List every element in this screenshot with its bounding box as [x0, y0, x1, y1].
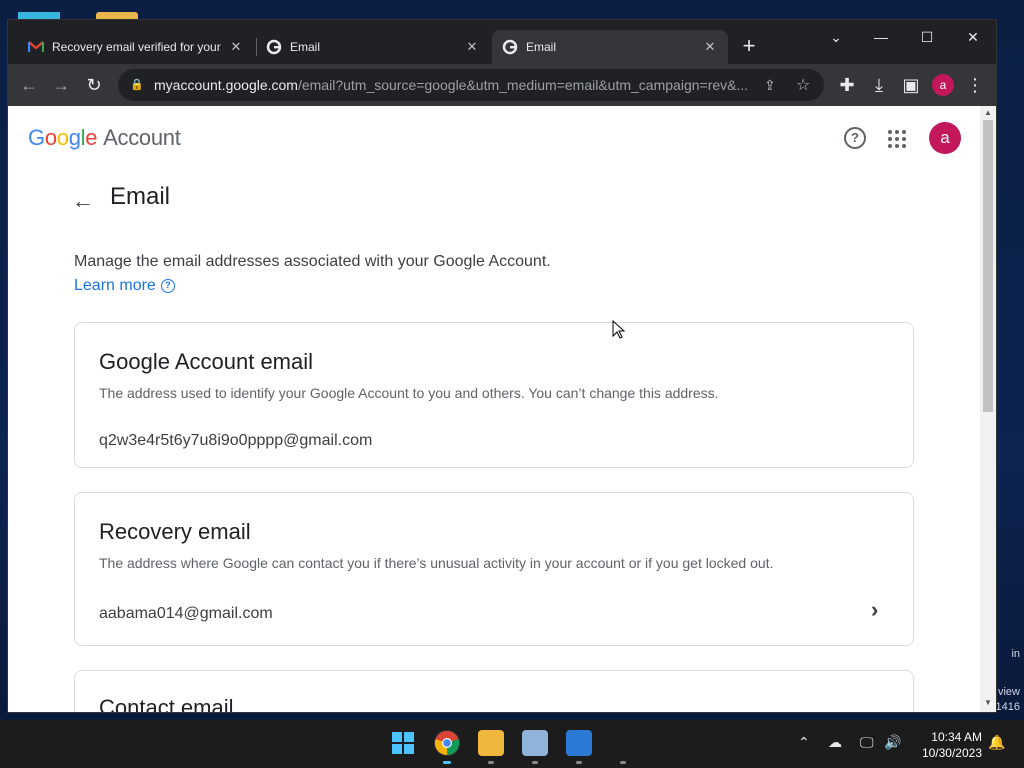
account-email-value: q2w3e4r5t6y7u8i9o0pppp@gmail.com — [99, 432, 373, 449]
chevron-up-icon[interactable]: ⌃ — [798, 734, 810, 751]
desktop-text: 1416 — [995, 701, 1020, 713]
logo-account: Account — [103, 125, 181, 150]
app-indicator — [620, 761, 626, 764]
file-explorer-icon[interactable] — [478, 730, 504, 756]
learn-more-label: Learn more — [74, 277, 156, 294]
logo-google: Google — [28, 125, 98, 150]
scroll-down-icon[interactable]: ▼ — [984, 698, 992, 707]
help-circle-icon: ? — [160, 279, 175, 293]
start-icon[interactable] — [390, 730, 416, 756]
tab-gmail[interactable]: Recovery email verified for your ✕ — [18, 30, 254, 64]
share-icon[interactable]: ⇪ — [764, 77, 776, 94]
forward-icon[interactable]: → — [48, 72, 74, 98]
desktop-text: in — [1011, 648, 1020, 660]
google-account-logo[interactable]: Google Account — [28, 125, 181, 151]
card-subtitle: The address where Google can contact you… — [99, 555, 774, 571]
side-panel-icon[interactable]: ▣ — [898, 72, 924, 98]
chevron-right-icon[interactable]: › — [871, 597, 878, 623]
scroll-thumb[interactable] — [983, 120, 993, 412]
system-clock[interactable]: 10:34 AM 10/30/2023 — [912, 729, 982, 761]
page-description: Manage the email addresses associated wi… — [74, 253, 551, 270]
mouse-cursor-icon — [612, 320, 626, 339]
tab-title: Email — [526, 40, 557, 54]
account-avatar[interactable]: a — [929, 122, 961, 154]
clock-date: 10/30/2023 — [921, 746, 982, 760]
card-subtitle: The address used to identify your Google… — [99, 385, 719, 401]
close-window-button[interactable]: ✕ — [953, 24, 993, 50]
recovery-email-card[interactable]: Recovery email The address where Google … — [74, 492, 914, 646]
app-indicator — [532, 761, 538, 764]
back-icon[interactable]: ← — [16, 72, 42, 98]
new-tab-button[interactable]: + — [736, 34, 762, 60]
google-account-email-card: Google Account email The address used to… — [74, 322, 914, 468]
gmail-icon — [28, 39, 44, 55]
help-icon[interactable]: ? — [844, 127, 866, 149]
page-title: Email — [110, 183, 171, 210]
close-tab-icon[interactable]: ✕ — [464, 39, 480, 55]
page-scrollbar[interactable]: ▲ ▼ — [980, 106, 996, 712]
scroll-up-icon[interactable]: ▲ — [984, 108, 992, 117]
tab-search-icon[interactable]: ⌄ — [816, 24, 856, 50]
tab-email-2[interactable]: Email ✕ — [492, 30, 728, 64]
network-icon[interactable]: 🖵 — [860, 734, 874, 751]
card-title: Contact email — [99, 695, 234, 712]
chrome-icon[interactable] — [434, 730, 460, 756]
contact-email-card[interactable]: Contact email — [74, 670, 914, 712]
active-app-indicator — [443, 761, 451, 764]
lock-icon[interactable]: 🔒 — [130, 78, 144, 92]
download-icon[interactable]: ⤓ — [866, 72, 892, 98]
google-g-icon — [502, 39, 518, 55]
notification-bell-icon[interactable]: 🔔 — [988, 734, 1005, 751]
bookmark-star-icon[interactable]: ☆ — [796, 75, 810, 95]
google-account-header: Google Account ? a — [8, 106, 980, 170]
browser-window: Recovery email verified for your ✕ Email… — [8, 20, 996, 712]
url-text[interactable]: myaccount.google.com/email?utm_source=go… — [154, 77, 754, 93]
tab-email-1[interactable]: Email ✕ — [256, 30, 490, 64]
address-bar[interactable]: 🔒 myaccount.google.com/email?utm_source=… — [118, 69, 824, 101]
apps-grid-icon[interactable] — [888, 130, 906, 148]
photos-icon[interactable] — [566, 730, 592, 756]
volume-icon[interactable]: 🔊 — [884, 734, 901, 751]
google-g-icon — [266, 39, 282, 55]
taskbar: ⌃ ☁ 🖵 🔊 10:34 AM 10/30/2023 🔔 — [0, 720, 1024, 768]
menu-icon[interactable]: ⋮ — [962, 72, 988, 98]
desktop-text: view — [997, 686, 1020, 698]
card-title: Recovery email — [99, 519, 251, 544]
app-indicator — [488, 761, 494, 764]
profile-avatar[interactable]: a — [932, 74, 954, 96]
minimize-button[interactable]: — — [861, 24, 901, 50]
maximize-button[interactable]: ☐ — [907, 24, 947, 50]
task-manager-icon[interactable] — [522, 730, 548, 756]
learn-more-link[interactable]: Learn more ? — [74, 277, 175, 295]
clock-time: 10:34 AM — [931, 730, 982, 744]
reload-icon[interactable]: ↻ — [81, 72, 107, 98]
page-content: Google Account ? a ← Email Manage the ema… — [8, 106, 980, 712]
close-tab-icon[interactable]: ✕ — [228, 39, 244, 55]
back-arrow-icon[interactable]: ← — [72, 188, 94, 214]
app-indicator — [576, 761, 582, 764]
browser-toolbar: ← → ↻ 🔒 myaccount.google.com/email?utm_s… — [8, 64, 996, 106]
tab-title: Recovery email verified for your — [52, 40, 221, 54]
recovery-email-value: aabama014@gmail.com — [99, 605, 273, 622]
close-tab-icon[interactable]: ✕ — [702, 39, 718, 55]
onedrive-icon[interactable]: ☁ — [828, 734, 842, 751]
extensions-icon[interactable]: ✚ — [834, 72, 860, 98]
tab-strip: Recovery email verified for your ✕ Email… — [8, 20, 996, 64]
tab-title: Email — [290, 40, 321, 54]
card-title: Google Account email — [99, 349, 314, 374]
